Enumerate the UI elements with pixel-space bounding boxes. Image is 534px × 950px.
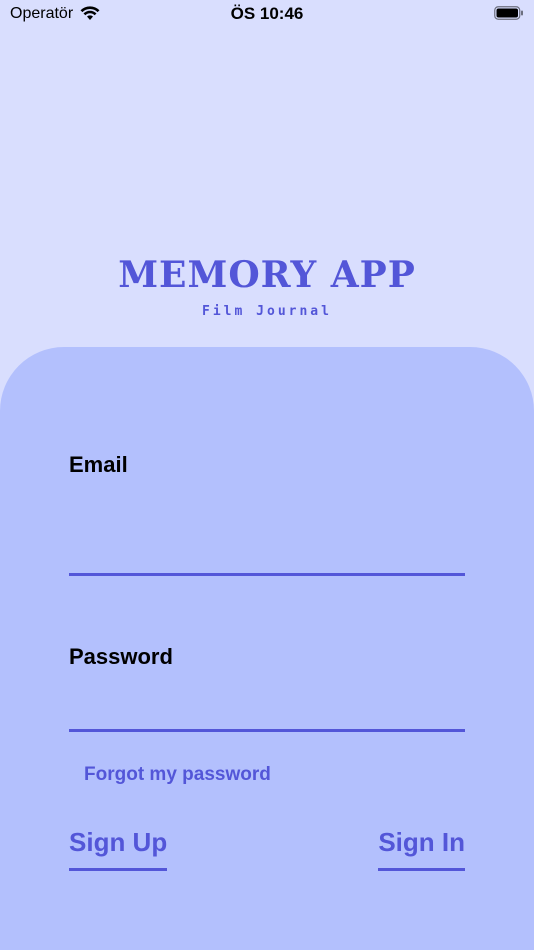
app-subtitle: Film Journal	[202, 304, 332, 319]
status-time: ÖS 10:46	[230, 4, 304, 23]
brand-header: MEMORY APP Film Journal	[0, 255, 534, 319]
login-card: Email Password Forgot my password Sign U…	[0, 347, 534, 950]
status-bar: Operatör ÖS 10:46	[0, 0, 534, 28]
email-field[interactable]	[69, 539, 465, 576]
forgot-password-link[interactable]: Forgot my password	[84, 764, 271, 786]
email-label: Email	[69, 452, 128, 477]
password-field[interactable]	[69, 695, 465, 732]
sign-up-button[interactable]: Sign Up	[69, 827, 168, 871]
battery-icon	[494, 6, 523, 20]
sign-in-button[interactable]: Sign In	[378, 827, 465, 871]
password-label: Password	[69, 644, 173, 669]
app-title: MEMORY APP	[118, 254, 416, 296]
